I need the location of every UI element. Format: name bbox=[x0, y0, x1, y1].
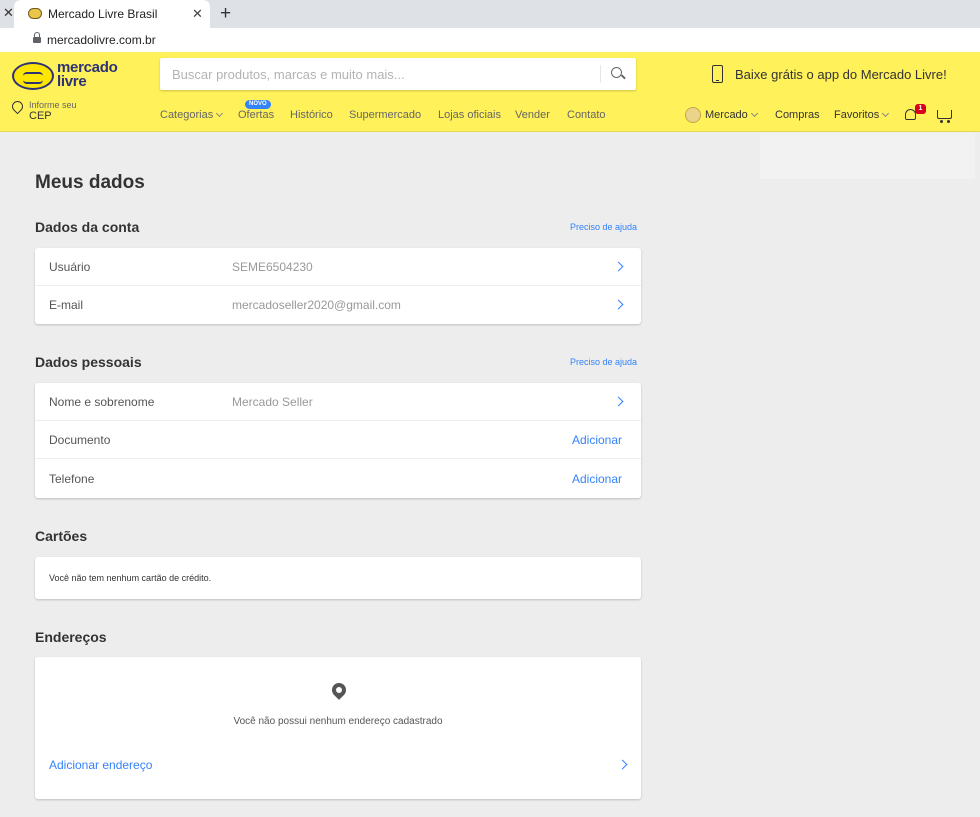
mercado-livre-favicon-icon bbox=[28, 8, 42, 19]
row-label: Usuário bbox=[49, 260, 91, 274]
nav-historico[interactable]: Histórico bbox=[290, 109, 333, 121]
row-nome[interactable]: Nome e sobrenome Mercado Seller bbox=[35, 383, 641, 421]
search-icon[interactable] bbox=[608, 65, 628, 83]
nav-lojas-oficiais[interactable]: Lojas oficiais bbox=[438, 109, 501, 121]
search-divider bbox=[600, 65, 601, 83]
tab-title: Mercado Livre Brasil bbox=[48, 7, 158, 21]
notification-count-badge: 1 bbox=[915, 104, 926, 114]
search-input[interactable] bbox=[172, 58, 592, 90]
nav-contato[interactable]: Contato bbox=[567, 109, 606, 121]
personal-help-link[interactable]: Preciso de ajuda bbox=[570, 357, 637, 367]
app-promo-text: Baixe grátis o app do Mercado Livre! bbox=[735, 67, 947, 82]
no-address-text: Você não possui nenhum endereço cadastra… bbox=[233, 716, 443, 727]
no-cards-text: Você não tem nenhum cartão de crédito. bbox=[49, 573, 212, 583]
chevron-down-icon bbox=[216, 109, 224, 118]
chevron-right-icon[interactable] bbox=[613, 396, 624, 407]
personal-card: Nome e sobrenome Mercado Seller Document… bbox=[35, 383, 641, 498]
nav-supermercado[interactable]: Supermercado bbox=[349, 109, 421, 121]
personal-section-title: Dados pessoais bbox=[35, 354, 142, 370]
add-address-button[interactable]: Adicionar endereço bbox=[49, 758, 152, 772]
chevron-right-icon[interactable] bbox=[617, 759, 628, 770]
row-label: Documento bbox=[49, 433, 111, 447]
row-usuario[interactable]: Usuário SEME6504230 bbox=[35, 248, 641, 286]
lock-icon[interactable] bbox=[33, 32, 41, 44]
tab-close-icon[interactable]: ✕ bbox=[192, 6, 203, 22]
row-label: Nome e sobrenome bbox=[49, 395, 155, 409]
account-card: Usuário SEME6504230 E-mail mercadoseller… bbox=[35, 248, 641, 324]
logo-text-line2: livre bbox=[57, 73, 87, 90]
cep-selector[interactable]: Informe seu CEP bbox=[11, 100, 101, 124]
addresses-section-title: Endereços bbox=[35, 629, 107, 645]
row-email[interactable]: E-mail mercadoseller2020@gmail.com bbox=[35, 286, 641, 324]
page-title: Meus dados bbox=[35, 172, 145, 193]
location-pin-icon bbox=[11, 101, 24, 118]
row-documento: Documento Adicionar bbox=[35, 421, 641, 459]
address-bar[interactable]: mercadolivre.com.br bbox=[0, 28, 980, 52]
nav-categorias[interactable]: Categorias bbox=[160, 109, 224, 121]
row-telefone: Telefone Adicionar bbox=[35, 460, 641, 498]
nav-vender[interactable]: Vender bbox=[515, 109, 550, 121]
account-help-link[interactable]: Preciso de ajuda bbox=[570, 222, 637, 232]
add-telefone-button[interactable]: Adicionar bbox=[572, 472, 622, 486]
new-tab-button[interactable]: + bbox=[220, 3, 231, 25]
cep-label: CEP bbox=[29, 110, 52, 122]
cart-icon[interactable] bbox=[937, 110, 952, 123]
mercado-livre-logo[interactable]: mercado livre bbox=[12, 60, 122, 94]
favoritos-menu[interactable]: Favoritos bbox=[834, 109, 890, 121]
url-text[interactable]: mercadolivre.com.br bbox=[47, 33, 156, 47]
chevron-down-icon bbox=[882, 109, 890, 118]
addresses-card: Você não possui nenhum endereço cadastra… bbox=[35, 657, 641, 799]
site-header: mercadolivre Baixe grátis o app do Merca… bbox=[0, 52, 980, 132]
browser-tab[interactable]: Mercado Livre Brasil ✕ bbox=[14, 0, 210, 28]
cards-section-title: Cartões bbox=[35, 528, 88, 544]
row-label: E-mail bbox=[49, 298, 84, 312]
compras-link[interactable]: Compras bbox=[775, 109, 820, 121]
map-pin-icon bbox=[329, 680, 349, 700]
blank-panel bbox=[760, 133, 975, 179]
search-box bbox=[160, 58, 636, 90]
cards-card: Você não tem nenhum cartão de crédito. bbox=[35, 557, 641, 599]
chevron-down-icon bbox=[750, 109, 758, 118]
nav-ofertas[interactable]: Ofertas bbox=[238, 109, 274, 121]
avatar[interactable] bbox=[685, 107, 701, 123]
row-value: SEME6504230 bbox=[232, 260, 313, 274]
handshake-logo-icon bbox=[12, 62, 54, 90]
phone-icon bbox=[712, 65, 723, 83]
row-label: Telefone bbox=[49, 472, 95, 486]
user-menu[interactable]: Mercado bbox=[705, 109, 758, 121]
browser-tab-bar: ✕ Mercado Livre Brasil ✕ + bbox=[0, 0, 980, 28]
add-documento-button[interactable]: Adicionar bbox=[572, 433, 622, 447]
row-value: mercadoseller2020@gmail.com bbox=[232, 298, 401, 312]
account-section-title: Dados da conta bbox=[35, 219, 140, 235]
row-value: Mercado Seller bbox=[232, 395, 313, 409]
chevron-right-icon[interactable] bbox=[613, 299, 624, 310]
close-icon[interactable]: ✕ bbox=[3, 6, 14, 20]
chevron-right-icon[interactable] bbox=[613, 261, 624, 272]
novo-badge: NOVO bbox=[245, 100, 271, 109]
cep-label-small: Informe seu bbox=[29, 100, 77, 110]
